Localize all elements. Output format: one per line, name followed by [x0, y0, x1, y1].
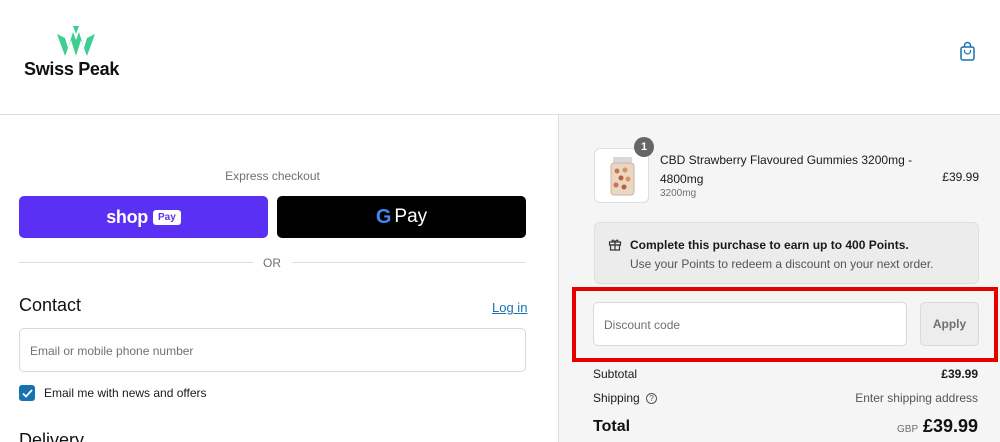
help-icon[interactable]: ? — [646, 393, 658, 405]
header: Swiss Peak — [0, 0, 1000, 115]
subtotal-value: £39.99 — [941, 367, 978, 381]
apply-discount-button[interactable]: Apply — [920, 302, 979, 346]
shop-pay-wordmark: shop — [106, 206, 148, 227]
log-in-link[interactable]: Log in — [492, 300, 527, 315]
points-title: Complete this purchase to earn up to 400… — [630, 238, 909, 252]
express-checkout-label: Express checkout — [225, 169, 320, 183]
shop-pay-badge: Pay — [153, 209, 181, 225]
contact-heading: Contact — [19, 295, 82, 315]
product-variant: 3200mg — [660, 188, 697, 199]
product-price: £39.99 — [942, 170, 979, 184]
or-divider-left — [19, 262, 253, 263]
order-summary: 1 CBD Strawberry Flavoured Gummies 3200m… — [558, 115, 1000, 442]
gummies-jar-icon — [610, 157, 635, 196]
quantity-badge: 1 — [634, 137, 654, 157]
loyalty-points-banner: Complete this purchase to earn up to 400… — [594, 222, 979, 284]
total-currency: GBP — [897, 424, 919, 435]
delivery-heading: Delivery — [19, 430, 85, 442]
subtotal-label: Subtotal — [593, 367, 638, 381]
shipping-label: Shipping — [593, 391, 640, 405]
discount-code-input[interactable]: Discount code — [593, 302, 907, 346]
newsletter-checkbox[interactable] — [19, 385, 35, 401]
shipping-label-row: Shipping ? — [593, 391, 658, 405]
or-divider-right — [292, 262, 526, 263]
newsletter-label: Email me with news and offers — [44, 386, 207, 400]
peak-logo-icon — [57, 26, 95, 56]
shop-pay-button[interactable]: shop Pay — [19, 196, 268, 238]
gift-icon — [608, 239, 622, 251]
google-g-icon: G — [375, 205, 392, 228]
total-value: £39.99 — [922, 416, 978, 436]
or-divider-label: OR — [263, 256, 281, 270]
product-name: CBD Strawberry Flavoured Gummies 3200mg … — [660, 153, 913, 186]
email-or-phone-input[interactable]: Email or mobile phone number — [19, 328, 526, 372]
total-label: Total — [593, 418, 631, 435]
google-pay-button[interactable]: G Pay — [277, 196, 526, 238]
swiss-peak-logo[interactable]: Swiss Peak — [24, 26, 134, 82]
checkmark-icon — [21, 388, 33, 398]
checkout-form: Express checkout shop Pay G Pay OR Conta… — [0, 115, 558, 442]
google-pay-label: Pay — [394, 206, 428, 227]
shipping-value: Enter shipping address — [855, 391, 978, 405]
shopping-bag-icon[interactable] — [958, 41, 978, 63]
brand-name: Swiss Peak — [24, 59, 120, 79]
points-subtitle: Use your Points to redeem a discount on … — [630, 257, 934, 271]
